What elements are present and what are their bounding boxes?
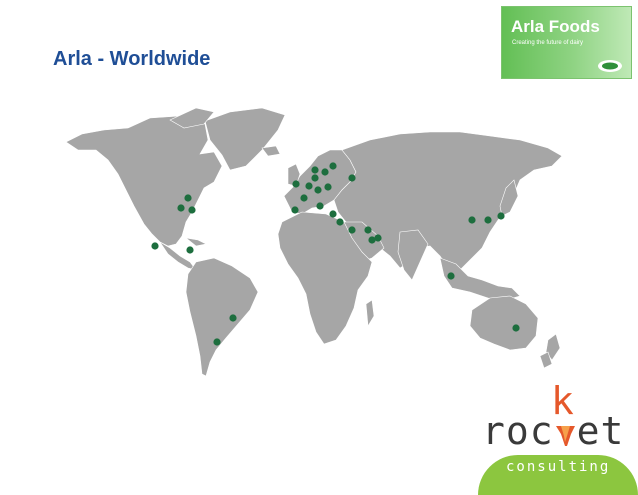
rocket-word-part2: et xyxy=(576,409,625,453)
location-marker-italy xyxy=(316,202,324,210)
location-marker-japan xyxy=(497,212,505,220)
madagascar xyxy=(365,299,375,327)
rocket-wordmark: roc et xyxy=(482,409,624,453)
australia xyxy=(469,295,539,351)
location-marker-korea xyxy=(484,216,492,224)
location-marker-turkey xyxy=(336,218,344,226)
location-marker-poland xyxy=(324,183,332,191)
location-marker-saudi-arabia xyxy=(364,226,372,234)
location-marker-finland xyxy=(311,174,319,182)
location-marker-oman xyxy=(368,236,376,244)
location-marker-lebanon xyxy=(348,226,356,234)
location-marker-brazil xyxy=(229,314,237,322)
iceland xyxy=(261,145,281,157)
location-marker-france xyxy=(300,194,308,202)
location-marker-scandinavia-1 xyxy=(311,166,319,174)
location-marker-australia xyxy=(512,324,520,332)
rocket-word-part1: roc xyxy=(482,409,554,453)
location-marker-denmark xyxy=(305,182,313,190)
south-america xyxy=(185,257,259,377)
location-marker-greece xyxy=(329,210,337,218)
location-marker-montreal xyxy=(184,194,192,202)
central-america xyxy=(159,241,197,271)
rocket-subtitle: consulting xyxy=(506,459,611,475)
rocket-consulting-logo: k roc et consulting xyxy=(478,379,638,495)
location-marker-russia xyxy=(348,174,356,182)
location-marker-scandinavia-2 xyxy=(321,168,329,176)
location-marker-singapore xyxy=(447,272,455,280)
caribbean xyxy=(184,237,207,247)
rocket-flame-icon xyxy=(554,413,577,446)
location-marker-new-york xyxy=(188,206,196,214)
location-marker-uk xyxy=(292,180,300,188)
india xyxy=(397,229,429,281)
location-marker-venezuela xyxy=(186,246,194,254)
continents xyxy=(65,107,563,377)
location-marker-china xyxy=(468,216,476,224)
location-marker-argentina xyxy=(213,338,221,346)
location-marker-mexico xyxy=(151,242,159,250)
north-america xyxy=(65,115,223,247)
location-marker-toronto xyxy=(177,204,185,212)
location-marker-spain xyxy=(291,206,299,214)
location-marker-germany xyxy=(314,186,322,194)
location-marker-scandinavia-3 xyxy=(329,162,337,170)
